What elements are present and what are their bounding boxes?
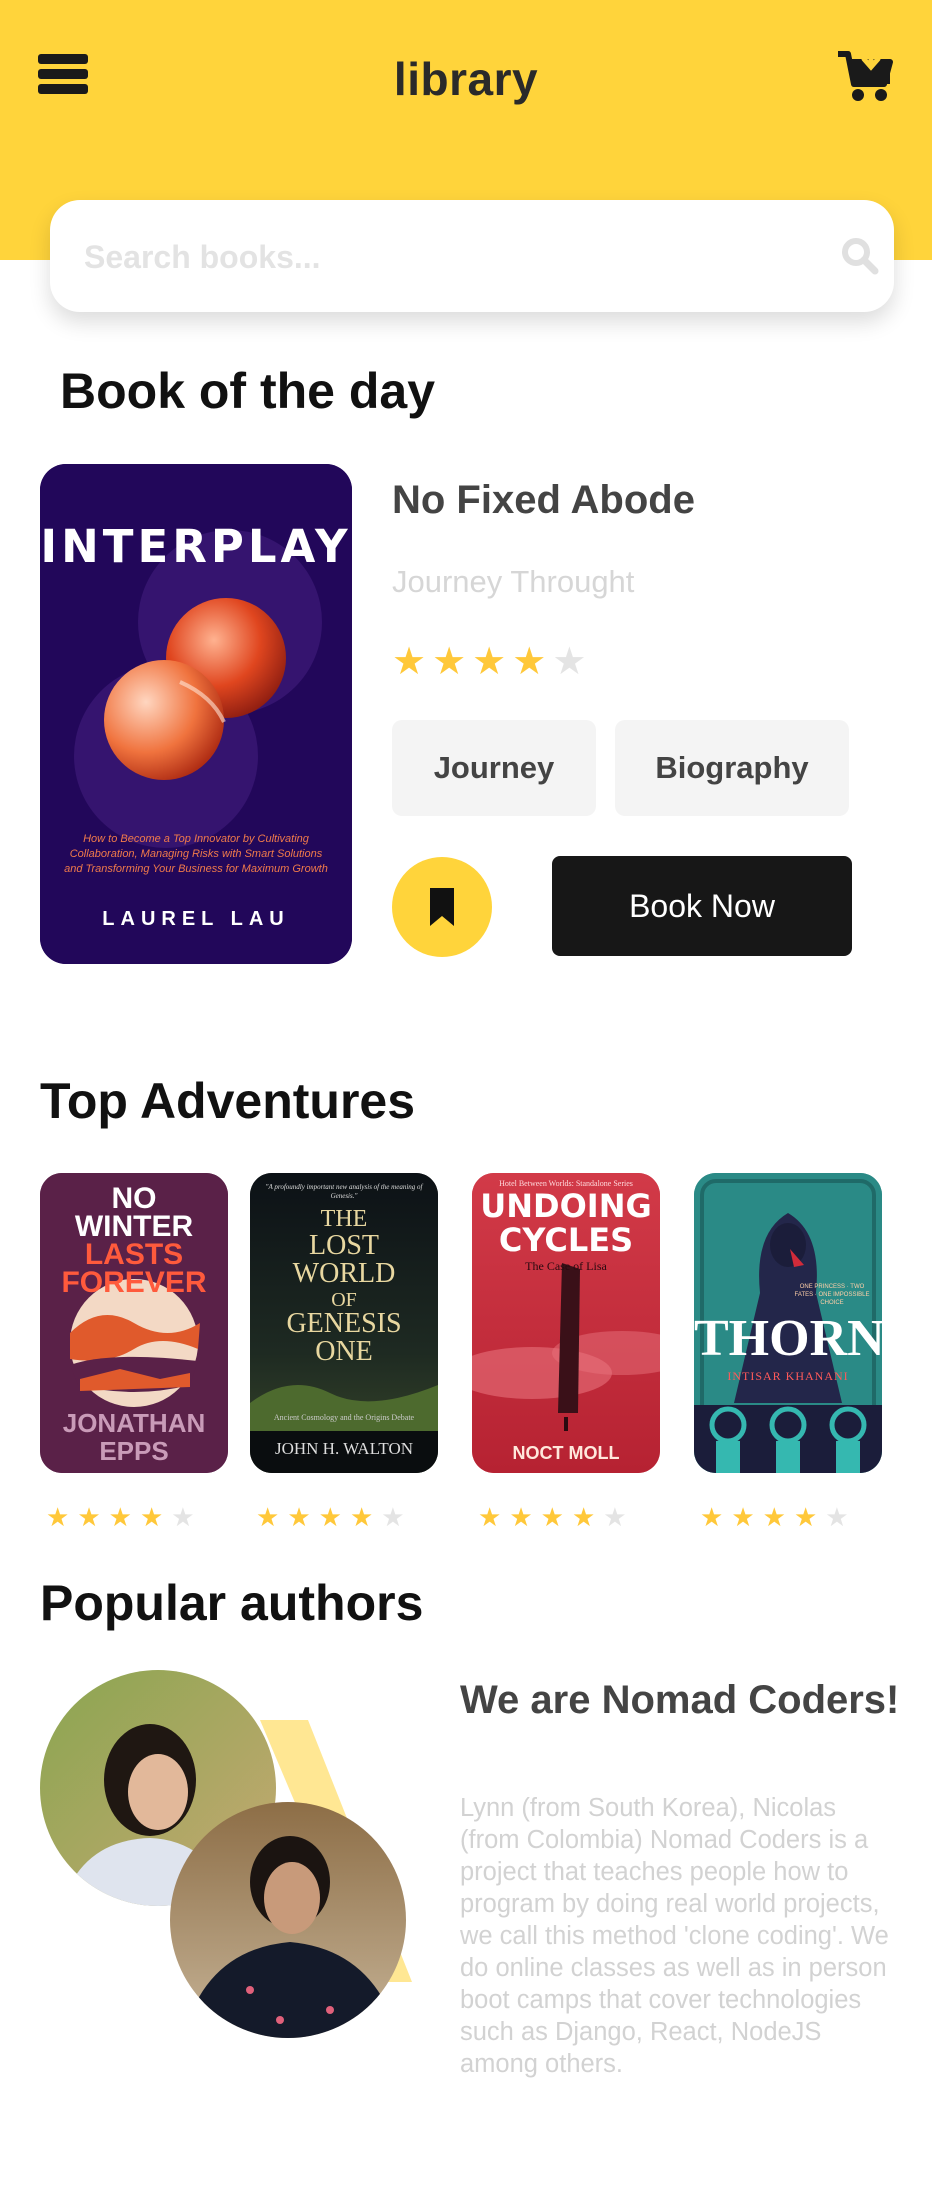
star-icon: ★ bbox=[478, 1502, 510, 1532]
star-icon: ★ bbox=[762, 1502, 794, 1532]
star-icon: ★ bbox=[472, 641, 513, 683]
star-empty-icon: ★ bbox=[552, 641, 593, 683]
cover-line: WINTER bbox=[74, 1210, 194, 1243]
authors-heading: We are Nomad Coders! bbox=[460, 1678, 900, 1722]
star-icon: ★ bbox=[349, 1502, 382, 1532]
cover-blurb: "A profoundly important new analysis of … bbox=[265, 1183, 423, 1200]
star-icon: ★ bbox=[287, 1502, 319, 1532]
authors-photo[interactable] bbox=[40, 1670, 480, 2040]
star-icon: ★ bbox=[392, 641, 433, 683]
cover-caption: ONE PRINCESS · TWO FATES · ONE IMPOSSIBL… bbox=[794, 1284, 870, 1306]
book-now-button[interactable]: Book Now bbox=[552, 856, 852, 956]
star-icon: ★ bbox=[256, 1502, 288, 1532]
star-icon: ★ bbox=[46, 1502, 78, 1532]
book-rating: ★★★★★ bbox=[46, 1502, 203, 1532]
cover-line: UNDOING bbox=[480, 1187, 652, 1225]
cover-line: LASTS bbox=[84, 1238, 184, 1271]
cover-title: INTERPLAY bbox=[40, 520, 352, 573]
cover-author: LAUREL LAU bbox=[102, 908, 290, 930]
star-empty-icon: ★ bbox=[381, 1502, 413, 1532]
book-rating: ★★★★★ bbox=[700, 1502, 857, 1532]
cover-author: INTISAR KHANANI bbox=[727, 1369, 849, 1383]
cover-line: GENESIS bbox=[286, 1308, 402, 1339]
search-icon[interactable] bbox=[840, 236, 880, 276]
cover-line: ONE bbox=[315, 1336, 373, 1367]
bookmark-button[interactable] bbox=[392, 857, 492, 957]
cover-caption: The Case of Lisa bbox=[525, 1259, 607, 1273]
cover-author: NOCT MOLL bbox=[512, 1443, 620, 1463]
cover-tagline: How to Become a Top Innovator by Cultiva… bbox=[64, 833, 328, 875]
search-input[interactable] bbox=[84, 232, 824, 282]
book-thumb-2[interactable]: "A profoundly important new analysis of … bbox=[250, 1173, 438, 1473]
book-of-day-cover[interactable]: INTERPLAY How to Become a Top Innovator … bbox=[40, 464, 352, 964]
star-icon: ★ bbox=[77, 1502, 109, 1532]
tag-biography[interactable]: Biography bbox=[615, 720, 849, 816]
authors-description: Lynn (from South Korea), Nicolas (from C… bbox=[460, 1794, 889, 2078]
cover-line: THE bbox=[320, 1206, 368, 1232]
cover-author: JONATHAN EPPS bbox=[62, 1408, 206, 1466]
star-icon: ★ bbox=[731, 1502, 763, 1532]
book-rating: ★★★★★ bbox=[392, 640, 592, 684]
section-title-top-adventures: Top Adventures bbox=[40, 1073, 416, 1129]
star-icon: ★ bbox=[571, 1502, 604, 1532]
book-thumb-3[interactable]: Hotel Between Worlds: Standalone Series … bbox=[472, 1173, 660, 1473]
app-title: library bbox=[393, 53, 539, 105]
book-thumb-4[interactable]: ONE PRINCESS · TWO FATES · ONE IMPOSSIBL… bbox=[694, 1173, 882, 1473]
star-icon: ★ bbox=[509, 1502, 541, 1532]
cover-caption: Ancient Cosmology and the Origins Debate bbox=[273, 1413, 415, 1422]
star-icon: ★ bbox=[512, 641, 553, 683]
cover-line: CYCLES bbox=[498, 1221, 634, 1259]
cover-line: NO bbox=[111, 1182, 157, 1215]
star-icon: ★ bbox=[139, 1502, 172, 1532]
star-empty-icon: ★ bbox=[171, 1502, 203, 1532]
star-icon: ★ bbox=[318, 1502, 350, 1532]
section-title-book-of-the-day: Book of the day bbox=[60, 363, 436, 419]
search-bar bbox=[50, 200, 894, 312]
star-icon: ★ bbox=[108, 1502, 140, 1532]
cover-line: LOST bbox=[309, 1230, 379, 1261]
book-subtitle: Journey Throught bbox=[392, 564, 635, 599]
star-icon: ★ bbox=[432, 641, 473, 683]
cover-line: WORLD bbox=[292, 1258, 396, 1289]
book-rating: ★★★★★ bbox=[256, 1502, 413, 1532]
cover-author: JOHN H. WALTON bbox=[274, 1439, 414, 1458]
cart-download-icon[interactable] bbox=[836, 48, 894, 104]
star-empty-icon: ★ bbox=[825, 1502, 857, 1532]
star-icon: ★ bbox=[793, 1502, 826, 1532]
book-title: No Fixed Abode bbox=[392, 478, 695, 522]
star-empty-icon: ★ bbox=[603, 1502, 635, 1532]
cover-line: FOREVER bbox=[61, 1266, 207, 1299]
tag-journey[interactable]: Journey bbox=[392, 720, 596, 816]
cover-line: THORN bbox=[694, 1310, 882, 1367]
book-thumb-1[interactable]: NO WINTER LASTS FOREVER JONATHAN EPPS bbox=[40, 1173, 228, 1473]
star-icon: ★ bbox=[700, 1502, 732, 1532]
bookmark-icon bbox=[430, 888, 454, 926]
section-title-popular-authors: Popular authors bbox=[40, 1575, 424, 1631]
book-rating: ★★★★★ bbox=[478, 1502, 635, 1532]
star-icon: ★ bbox=[540, 1502, 572, 1532]
